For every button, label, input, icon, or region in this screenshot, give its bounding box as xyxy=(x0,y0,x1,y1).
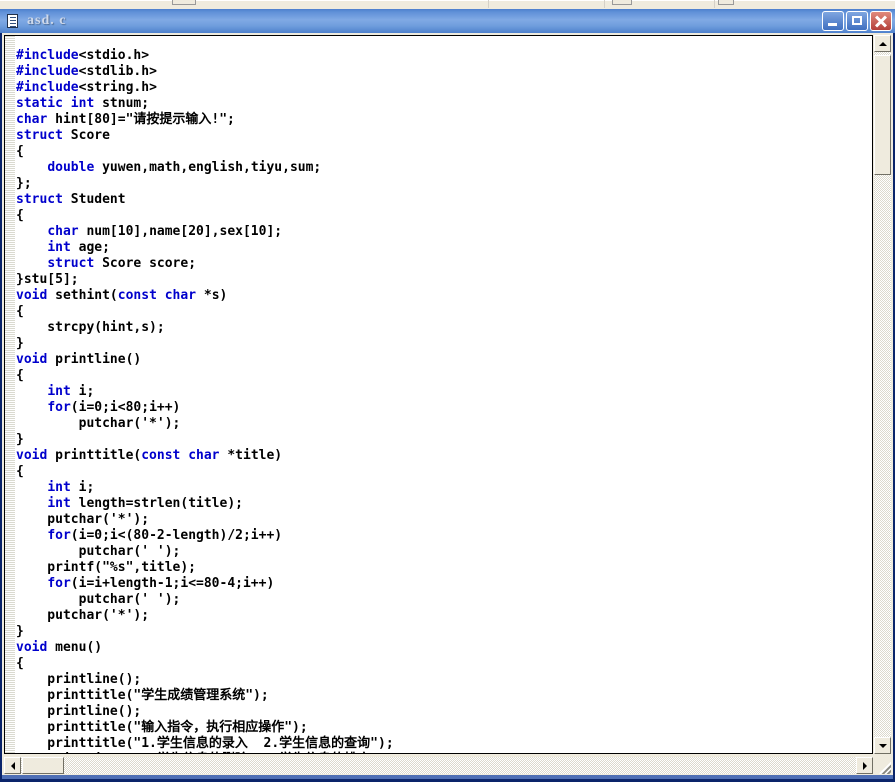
horizontal-scrollbar[interactable] xyxy=(4,757,873,774)
resize-grip[interactable] xyxy=(874,757,891,774)
arrow-left-icon xyxy=(10,761,15,770)
window-client-area: #include<stdio.h> #include<stdlib.h> #in… xyxy=(2,33,893,779)
vertical-scroll-thumb[interactable] xyxy=(874,55,891,175)
arrow-right-icon xyxy=(862,761,867,770)
window-titlebar[interactable]: asd. c xyxy=(0,9,895,33)
scroll-down-button[interactable] xyxy=(874,737,891,754)
arrow-up-icon xyxy=(878,41,887,46)
scroll-up-button[interactable] xyxy=(874,35,891,52)
toolbar-button[interactable] xyxy=(718,0,734,5)
close-button[interactable] xyxy=(870,11,892,31)
maximize-button[interactable] xyxy=(846,11,868,31)
scroll-left-button[interactable] xyxy=(4,757,21,774)
scroll-right-button[interactable] xyxy=(856,757,873,774)
vertical-scrollbar[interactable] xyxy=(874,35,891,754)
toolbar-button[interactable] xyxy=(612,0,632,5)
editor-gutter xyxy=(5,36,15,753)
window-title: asd. c xyxy=(27,13,67,28)
toolbar-button[interactable] xyxy=(172,0,196,5)
minimize-button[interactable] xyxy=(822,11,844,31)
document-icon xyxy=(5,13,21,29)
horizontal-scroll-thumb[interactable] xyxy=(22,757,64,774)
vertical-scroll-track[interactable] xyxy=(874,52,891,737)
window-bottom-accent-bar xyxy=(2,775,893,779)
source-code-text[interactable]: #include<stdio.h> #include<stdlib.h> #in… xyxy=(16,48,872,753)
toolbar-top-edge xyxy=(0,0,895,1)
editor-window: asd. c #include<stdio.h> #include<stdlib… xyxy=(0,9,895,782)
toolbar-separator xyxy=(714,0,715,8)
arrow-down-icon xyxy=(878,743,887,748)
toolbar-separator xyxy=(488,0,489,8)
toolbar-separator xyxy=(604,0,605,8)
code-editor-pane[interactable]: #include<stdio.h> #include<stdlib.h> #in… xyxy=(4,35,873,754)
